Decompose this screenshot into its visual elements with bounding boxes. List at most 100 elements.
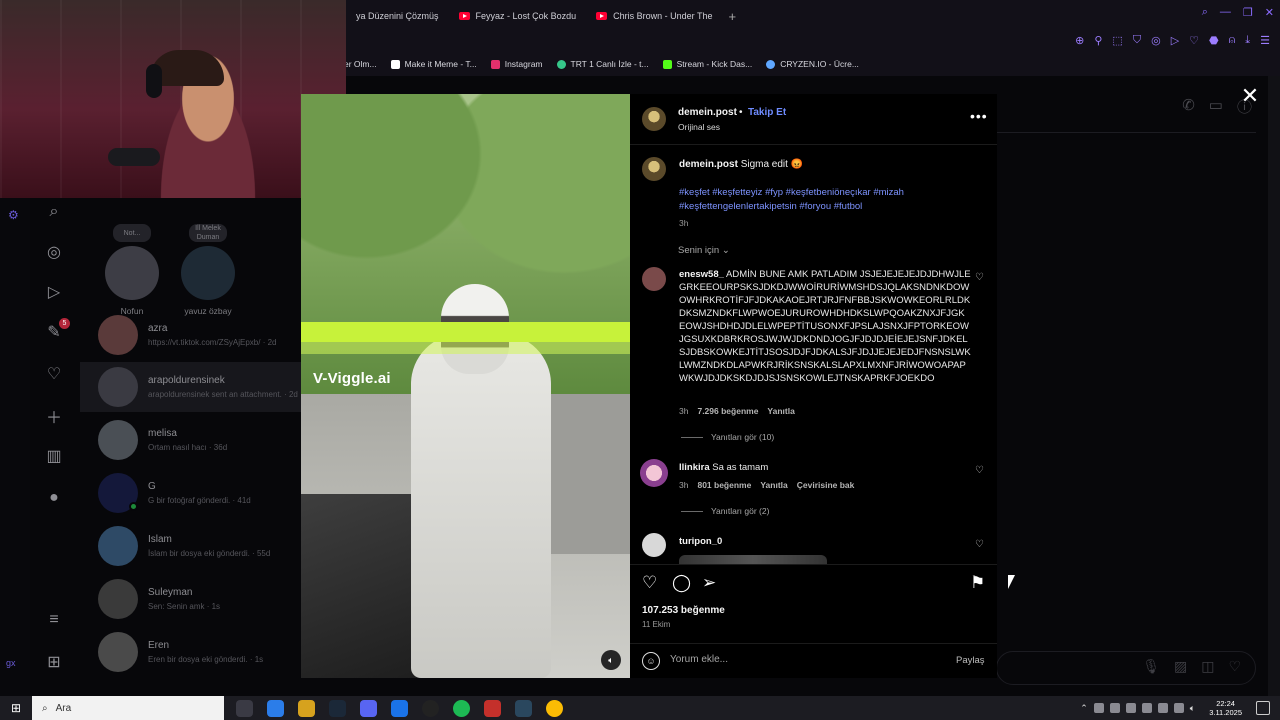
view-replies[interactable]: Yanıtları gör (2)	[681, 506, 769, 516]
heart-icon[interactable]: ♡	[44, 364, 64, 384]
plus-icon[interactable]: ＋	[44, 406, 64, 427]
conversation-item[interactable]: Eren Eren bir dosya eki gönderdi. · 1s	[80, 627, 302, 677]
emoji-icon[interactable]: ☺	[642, 652, 660, 670]
steam-icon[interactable]	[329, 699, 346, 717]
post-video[interactable]: V-Viggle.ai 🔈︎	[301, 94, 630, 678]
conversation-item[interactable]: Suleyman Sen: Senin amk · 1s	[80, 574, 302, 624]
stats-icon[interactable]: ▥	[44, 446, 64, 466]
avatar[interactable]	[640, 459, 668, 487]
conversation-item[interactable]: melisa Ortam nasıl hacı · 36d	[80, 415, 302, 465]
sort-dropdown[interactable]: Senin için ⌄	[678, 245, 730, 256]
volume-icon[interactable]: 🔈︎	[1190, 703, 1195, 714]
minimize-icon[interactable]: —	[1220, 6, 1231, 19]
app-icon[interactable]	[515, 699, 532, 717]
tray-icon[interactable]	[1093, 703, 1104, 713]
opera-gx-icon[interactable]	[484, 699, 501, 717]
shield-icon[interactable]: ⛉	[1133, 34, 1141, 47]
microphone-icon[interactable]: 🎙︎	[1142, 658, 1160, 675]
tray-icon[interactable]	[1125, 703, 1136, 713]
browser-tab[interactable]: Feyyaz - Lost Çok Bozdu	[449, 4, 587, 28]
menu-icon[interactable]: ☰	[1260, 34, 1270, 47]
wifi-icon[interactable]	[1173, 703, 1184, 713]
grid-icon[interactable]: ⊞	[44, 652, 64, 672]
favorite-icon[interactable]: ♡	[1189, 34, 1199, 47]
mute-button[interactable]: 🔈︎	[601, 650, 621, 670]
tray-icon[interactable]	[1141, 703, 1152, 713]
message-composer[interactable]: 🎙︎ ▨ ◫ ♡	[996, 651, 1256, 685]
view-replies[interactable]: Yanıtları gör (10)	[681, 432, 774, 442]
story-item[interactable]: Ill Melek Duman yavuz özbay	[172, 224, 244, 316]
comment-input[interactable]	[670, 654, 940, 665]
hashtags[interactable]: #keşfet #keşfetteyiz #fyp #keşfetbeniöne…	[679, 186, 979, 214]
heart-icon[interactable]: ♡	[1228, 658, 1241, 675]
comment-like-icon[interactable]: ♡	[975, 272, 984, 283]
windows-start-icon[interactable]: ⊞	[0, 696, 32, 720]
story-item[interactable]: Not... Nofun	[96, 224, 168, 316]
gx-icon[interactable]: gx	[6, 658, 16, 668]
download-icon[interactable]: ⤓	[1245, 34, 1250, 47]
bookmark[interactable]: Make it Meme - T...	[390, 59, 477, 69]
share-icon[interactable]: ➢	[702, 573, 716, 593]
reels-icon[interactable]: ▷	[44, 282, 64, 302]
compass-icon[interactable]: ◎	[44, 242, 64, 262]
image-icon[interactable]: ▨	[1174, 658, 1187, 675]
video-call-icon[interactable]: ▭	[1209, 96, 1223, 117]
settings-icon[interactable]: ⚙	[8, 208, 19, 222]
task-view-icon[interactable]	[236, 699, 253, 717]
bookmark[interactable]: er Olm...	[344, 59, 377, 69]
comments-section[interactable]: demein.post Sigma edit 😡 #keşfet #keşfet…	[630, 144, 997, 564]
search-icon[interactable]: ⌕	[44, 202, 64, 222]
bookmark[interactable]: CRYZEN.IO - Ücre...	[766, 59, 859, 69]
close-icon[interactable]: ✕	[1238, 84, 1262, 108]
play-icon[interactable]: ▷	[1171, 34, 1179, 47]
profile-icon[interactable]: ●	[44, 488, 64, 508]
bookmark[interactable]: TRT 1 Canlı İzle - t...	[556, 59, 649, 69]
post-comment-button[interactable]: Paylaş	[956, 655, 985, 666]
profile-icon[interactable]: ⍝	[1229, 34, 1236, 47]
search-tabs-icon[interactable]: ⌕	[1202, 6, 1208, 19]
mail-icon[interactable]	[391, 699, 408, 717]
scrollbar[interactable]	[1268, 76, 1280, 696]
post-username[interactable]: demein.post	[678, 107, 737, 118]
conversation-item[interactable]: GG bir fotoğraf gönderdi. · 41d	[80, 468, 302, 518]
extensions-icon[interactable]: ⬣	[1209, 34, 1219, 47]
comment-like-icon[interactable]: ♡	[975, 465, 984, 476]
close-window-icon[interactable]: ✕	[1265, 6, 1274, 19]
phone-icon[interactable]: ✆	[1182, 96, 1195, 117]
conversation-item[interactable]: arapoldurensinek arapoldurensinek sent an…	[80, 362, 302, 412]
save-icon[interactable]: ⚑	[970, 573, 985, 593]
messenger-icon[interactable]: ✎ 5	[44, 318, 70, 342]
record-icon[interactable]: ◎	[1151, 34, 1161, 47]
obs-icon[interactable]	[422, 699, 439, 717]
file-explorer-icon[interactable]	[298, 699, 315, 717]
bookmark[interactable]: Stream - Kick Das...	[662, 59, 752, 69]
bookmark[interactable]: Instagram	[490, 59, 543, 69]
new-tab-button[interactable]: +	[722, 9, 742, 24]
tray-icon[interactable]	[1109, 703, 1120, 713]
like-icon[interactable]: ♡	[642, 573, 657, 593]
avatar[interactable]	[642, 107, 666, 131]
pin-icon[interactable]: ⚲	[1094, 34, 1102, 47]
chevron-up-icon[interactable]: ⌃	[1080, 703, 1088, 714]
tray-icon[interactable]	[1157, 703, 1168, 713]
taskbar-search[interactable]: ⌕ Ara	[32, 696, 224, 720]
browser-tab[interactable]: ya Düzenini Çözmüş	[346, 4, 449, 28]
like-count[interactable]: 107.253 beğenme	[642, 605, 725, 616]
sticker-icon[interactable]: ◫	[1201, 658, 1214, 675]
clock[interactable]: 22:24 3.11.2025	[1209, 699, 1242, 717]
screenshot-icon[interactable]: ⬚	[1112, 34, 1122, 47]
zoom-icon[interactable]: ⊕	[1075, 34, 1084, 47]
avatar[interactable]	[642, 157, 666, 181]
spotify-icon[interactable]	[453, 699, 470, 717]
follow-button[interactable]: Takip Et	[748, 107, 786, 118]
discord-icon[interactable]	[360, 699, 377, 717]
copilot-icon[interactable]	[267, 699, 284, 717]
notification-icon[interactable]	[1256, 701, 1270, 715]
comment-image[interactable]	[679, 555, 827, 564]
menu-icon[interactable]: ≡	[44, 610, 64, 630]
avatar[interactable]	[642, 533, 666, 557]
avatar[interactable]	[642, 267, 666, 291]
chrome-icon[interactable]	[546, 699, 563, 717]
restore-icon[interactable]: ❐	[1243, 6, 1253, 19]
more-options-icon[interactable]: •••	[970, 108, 988, 124]
